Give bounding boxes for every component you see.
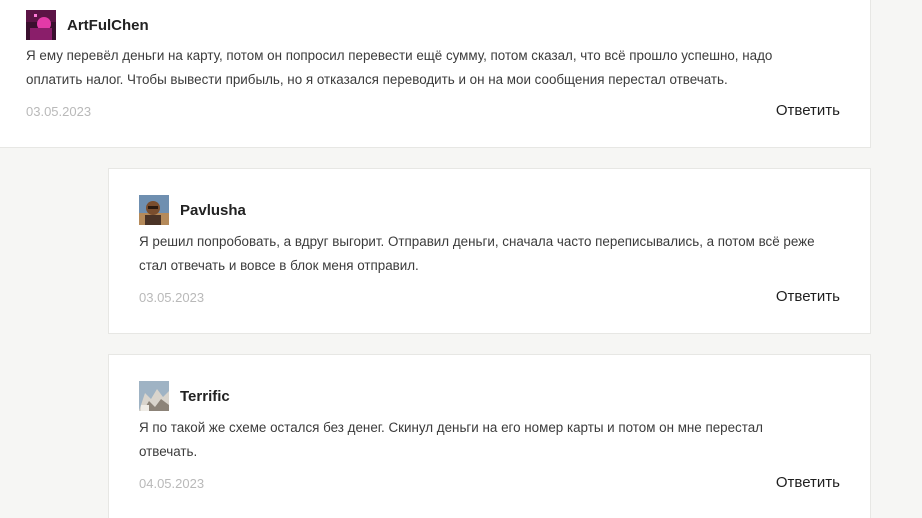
comment-header: Pavlusha	[139, 195, 246, 225]
reply-button[interactable]: Ответить	[776, 102, 840, 119]
avatar	[26, 10, 56, 40]
reply-button[interactable]: Ответить	[776, 288, 840, 305]
avatar	[139, 381, 169, 411]
comment-header: ArtFulChen	[26, 10, 149, 40]
comment-date: 03.05.2023	[139, 290, 205, 305]
comment-text: Я по такой же схеме остался без денег. С…	[139, 420, 763, 459]
comment: Terrific Я по такой же схеме остался без…	[108, 354, 871, 518]
comment: Pavlusha Я решил попробовать, а вдруг вы…	[108, 168, 871, 334]
reply-button[interactable]: Ответить	[776, 474, 840, 491]
avatar	[139, 195, 169, 225]
comment-author[interactable]: Terrific	[180, 388, 230, 405]
comment-author[interactable]: ArtFulChen	[67, 17, 149, 34]
comments-thread: ArtFulChen Я ему перевёл деньги на карту…	[0, 0, 922, 518]
comment-header: Terrific	[139, 381, 230, 411]
comment-text: Я решил попробовать, а вдруг выгорит. От…	[139, 234, 815, 273]
comment-author[interactable]: Pavlusha	[180, 202, 246, 219]
comment-date: 03.05.2023	[26, 104, 92, 119]
comment: ArtFulChen Я ему перевёл деньги на карту…	[0, 0, 871, 148]
comment-date: 04.05.2023	[139, 476, 205, 491]
comment-text: Я ему перевёл деньги на карту, потом он …	[26, 48, 773, 87]
